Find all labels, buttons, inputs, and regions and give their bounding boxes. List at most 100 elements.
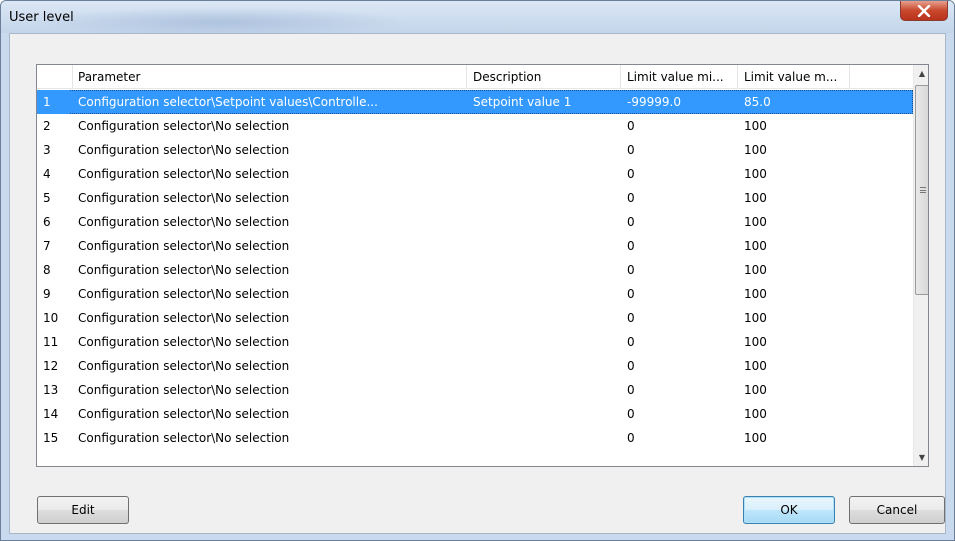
limit-min-cell: 0 xyxy=(627,407,635,421)
limit-min-cell: 0 xyxy=(627,287,635,301)
table-body: 1 Configuration selector\Setpoint values\… xyxy=(37,90,913,450)
limit-min-cell: 0 xyxy=(627,383,635,397)
row-number: 7 xyxy=(37,234,69,258)
limit-max-cell: 100 xyxy=(744,215,767,229)
limit-min-cell: 0 xyxy=(627,143,635,157)
limit-min-cell: 0 xyxy=(627,431,635,445)
table-row[interactable]: 6 Configuration selector\No selection 0 100 xyxy=(37,210,913,234)
row-number: 15 xyxy=(37,426,69,450)
row-number: 9 xyxy=(37,282,69,306)
description-cell xyxy=(467,282,617,306)
limit-max-cell: 100 xyxy=(744,383,767,397)
cancel-button[interactable]: Cancel xyxy=(849,496,945,524)
parameter-table[interactable]: Parameter Description Limit value mi... … xyxy=(36,64,929,467)
scrollbar-thumb[interactable] xyxy=(915,85,928,295)
limit-max-cell: 100 xyxy=(744,287,767,301)
parameter-cell: Configuration selector\No selection xyxy=(78,335,290,349)
limit-min-cell: 0 xyxy=(627,335,635,349)
parameter-cell: Configuration selector\No selection xyxy=(78,311,290,325)
limit-max-cell: 100 xyxy=(744,191,767,205)
row-number: 4 xyxy=(37,162,69,186)
limit-max-cell: 100 xyxy=(744,407,767,421)
table-header: Parameter Description Limit value mi... … xyxy=(37,65,913,89)
limit-min-cell: 0 xyxy=(627,359,635,373)
description-cell xyxy=(467,306,617,330)
limit-max-cell: 100 xyxy=(744,119,767,133)
parameter-cell: Configuration selector\No selection xyxy=(78,359,290,373)
row-number: 5 xyxy=(37,186,69,210)
table-row[interactable]: 10 Configuration selector\No selection 0 10… xyxy=(37,306,913,330)
parameter-cell: Configuration selector\No selection xyxy=(78,167,290,181)
column-header-parameter[interactable]: Parameter xyxy=(73,65,467,89)
limit-max-cell: 100 xyxy=(744,239,767,253)
limit-min-cell: -99999.0 xyxy=(627,95,681,109)
row-number: 8 xyxy=(37,258,69,282)
description-cell xyxy=(467,402,617,426)
parameter-cell: Configuration selector\No selection xyxy=(78,383,290,397)
scroll-down-arrow-icon[interactable]: ▼ xyxy=(914,449,928,466)
limit-max-cell: 100 xyxy=(744,311,767,325)
parameter-cell: Configuration selector\No selection xyxy=(78,407,290,421)
table-row[interactable]: 15 Configuration selector\No selection 0 10… xyxy=(37,426,913,450)
limit-min-cell: 0 xyxy=(627,239,635,253)
dialog-window: User level Parameter Description Limit v… xyxy=(0,0,955,541)
column-header-description[interactable]: Description xyxy=(467,65,621,89)
row-number: 1 xyxy=(37,90,69,114)
table-row[interactable]: 2 Configuration selector\No selection 0 100 xyxy=(37,114,913,138)
table-row[interactable]: 7 Configuration selector\No selection 0 100 xyxy=(37,234,913,258)
parameter-cell: Configuration selector\No selection xyxy=(78,191,290,205)
row-number: 13 xyxy=(37,378,69,402)
dialog-client-area: Parameter Description Limit value mi... … xyxy=(9,33,946,534)
limit-min-cell: 0 xyxy=(627,215,635,229)
close-button[interactable] xyxy=(900,1,948,21)
parameter-cell: Configuration selector\Setpoint values\C… xyxy=(78,95,378,109)
description-cell: Setpoint value 1 xyxy=(473,95,572,109)
parameter-cell: Configuration selector\No selection xyxy=(78,287,290,301)
parameter-cell: Configuration selector\No selection xyxy=(78,215,290,229)
table-row[interactable]: 1 Configuration selector\Setpoint values\… xyxy=(37,90,913,114)
description-cell xyxy=(467,210,617,234)
description-cell xyxy=(467,186,617,210)
table-row[interactable]: 11 Configuration selector\No selection 0 10… xyxy=(37,330,913,354)
title-bar[interactable]: User level xyxy=(1,1,954,37)
description-cell xyxy=(467,162,617,186)
table-row[interactable]: 3 Configuration selector\No selection 0 100 xyxy=(37,138,913,162)
parameter-cell: Configuration selector\No selection xyxy=(78,263,290,277)
description-cell xyxy=(467,114,617,138)
column-header-limit-min[interactable]: Limit value mi... xyxy=(621,65,738,89)
table-row[interactable]: 14 Configuration selector\No selection 0 10… xyxy=(37,402,913,426)
description-cell xyxy=(467,258,617,282)
limit-min-cell: 0 xyxy=(627,167,635,181)
column-header-limit-max[interactable]: Limit value m... xyxy=(738,65,850,89)
table-row[interactable]: 9 Configuration selector\No selection 0 100 xyxy=(37,282,913,306)
edit-button[interactable]: Edit xyxy=(37,496,129,524)
vertical-scrollbar[interactable]: ▲ ▼ xyxy=(913,65,928,466)
limit-min-cell: 0 xyxy=(627,311,635,325)
limit-max-cell: 100 xyxy=(744,335,767,349)
description-cell xyxy=(467,426,617,450)
table-row[interactable]: 13 Configuration selector\No selection 0 10… xyxy=(37,378,913,402)
limit-min-cell: 0 xyxy=(627,119,635,133)
row-number: 2 xyxy=(37,114,69,138)
row-number: 14 xyxy=(37,402,69,426)
column-header-number[interactable] xyxy=(37,65,73,89)
grip-icon xyxy=(919,187,926,193)
description-cell xyxy=(467,138,617,162)
table-row[interactable]: 12 Configuration selector\No selection 0 10… xyxy=(37,354,913,378)
description-cell xyxy=(467,354,617,378)
window-title: User level xyxy=(9,10,74,25)
scroll-up-arrow-icon[interactable]: ▲ xyxy=(914,65,928,82)
row-number: 6 xyxy=(37,210,69,234)
table-row[interactable]: 8 Configuration selector\No selection 0 100 xyxy=(37,258,913,282)
row-number: 12 xyxy=(37,354,69,378)
row-number: 3 xyxy=(37,138,69,162)
parameter-cell: Configuration selector\No selection xyxy=(78,239,290,253)
limit-max-cell: 100 xyxy=(744,143,767,157)
row-number: 10 xyxy=(37,306,69,330)
ok-button[interactable]: OK xyxy=(743,496,835,524)
parameter-cell: Configuration selector\No selection xyxy=(78,431,290,445)
row-number: 11 xyxy=(37,330,69,354)
limit-min-cell: 0 xyxy=(627,191,635,205)
table-row[interactable]: 4 Configuration selector\No selection 0 100 xyxy=(37,162,913,186)
table-row[interactable]: 5 Configuration selector\No selection 0 100 xyxy=(37,186,913,210)
